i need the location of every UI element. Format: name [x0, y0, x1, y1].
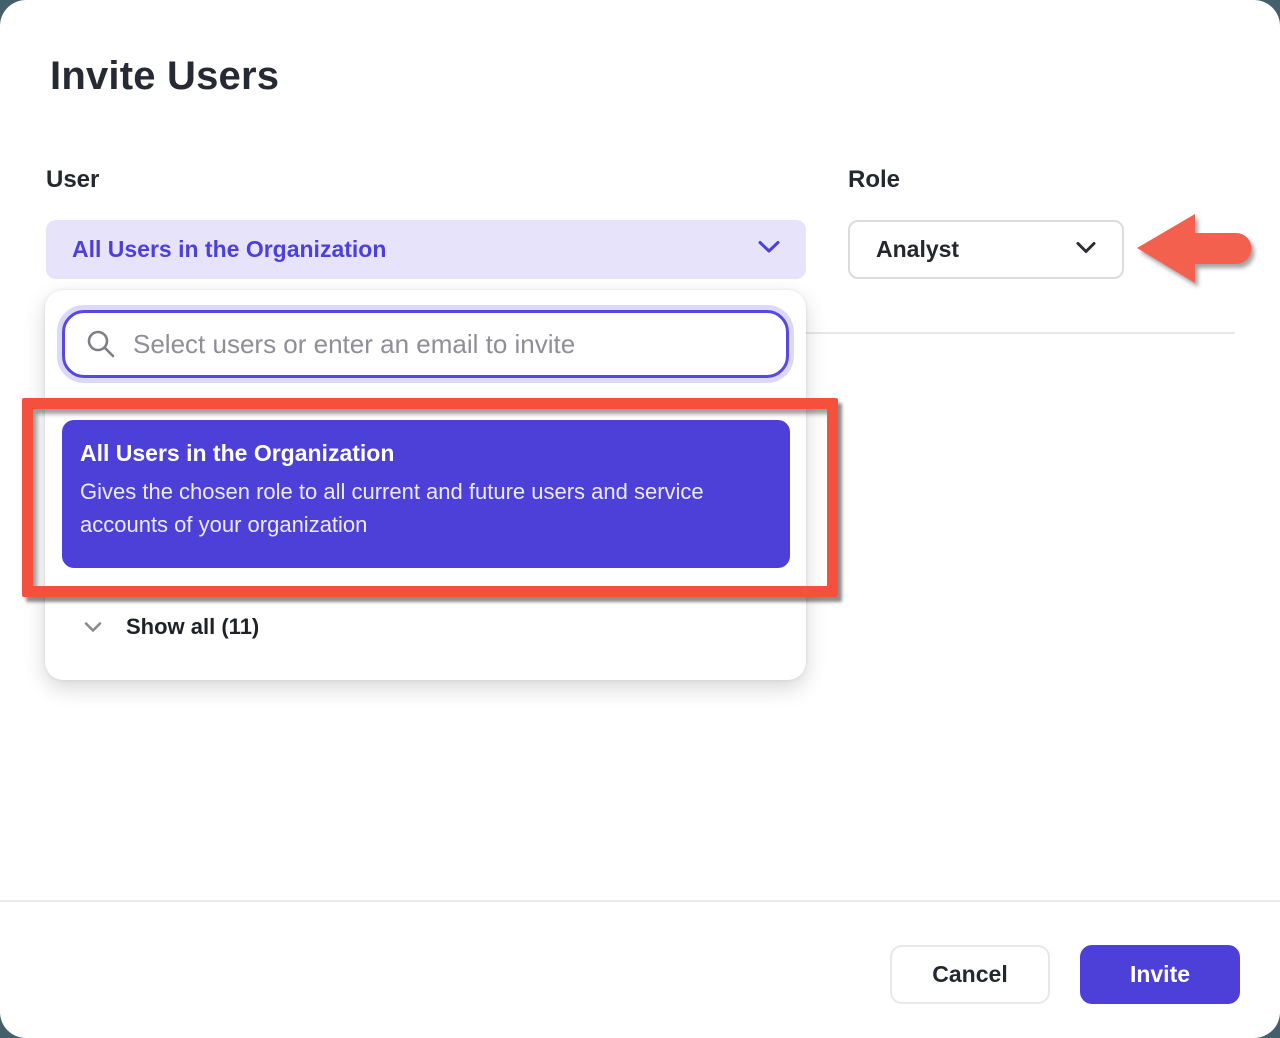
footer-divider [0, 900, 1280, 902]
user-select-value: All Users in the Organization [72, 236, 386, 263]
user-search-field[interactable] [62, 310, 789, 378]
show-all-label: Show all (11) [126, 614, 259, 640]
chevron-down-icon [1076, 241, 1096, 259]
user-dropdown-panel: All Users in the Organization Gives the … [45, 290, 806, 680]
role-select-value: Analyst [876, 236, 959, 263]
red-arrow-icon [1133, 203, 1258, 300]
chevron-down-icon [84, 621, 102, 633]
search-input[interactable] [133, 329, 766, 360]
invite-users-modal: Invite Users User Role All Users in the … [0, 0, 1280, 1038]
role-field-label: Role [848, 166, 900, 194]
chevron-down-icon [758, 240, 780, 259]
option-title: All Users in the Organization [80, 440, 772, 467]
page-title: Invite Users [50, 54, 279, 99]
option-description: Gives the chosen role to all current and… [80, 476, 765, 541]
dropdown-option-all-users[interactable]: All Users in the Organization Gives the … [62, 420, 790, 568]
user-field-label: User [46, 166, 99, 194]
divider [806, 332, 1235, 334]
search-icon [85, 328, 117, 360]
cancel-button[interactable]: Cancel [890, 945, 1050, 1004]
role-select[interactable]: Analyst [848, 220, 1124, 279]
invite-button[interactable]: Invite [1080, 945, 1240, 1004]
user-select[interactable]: All Users in the Organization [46, 220, 806, 279]
show-all-toggle[interactable]: Show all (11) [84, 614, 259, 640]
